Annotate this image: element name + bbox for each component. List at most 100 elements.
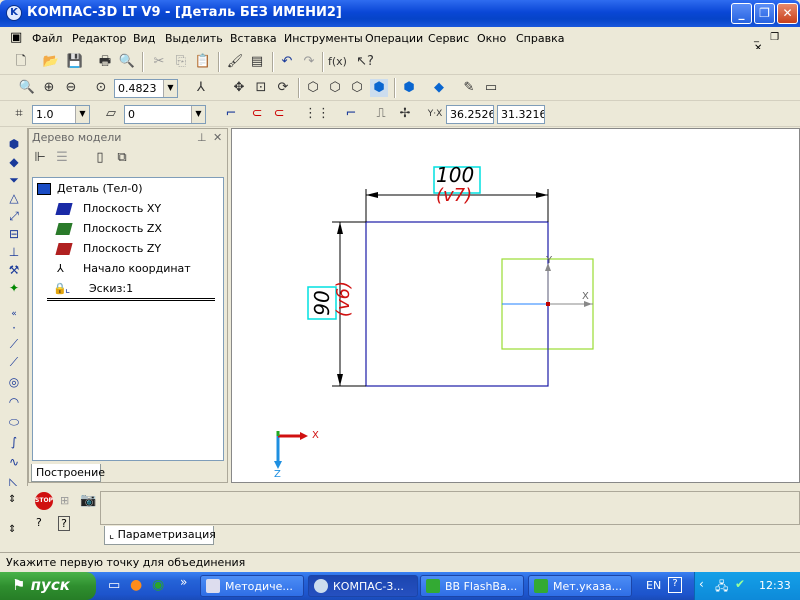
properties-brush-icon[interactable]: 🖌 (226, 53, 244, 71)
grid-icon[interactable]: ⋮⋮ (304, 105, 330, 123)
tree-copy-icon[interactable]: ⧉ (113, 149, 131, 167)
circle-icon[interactable]: ◎ (6, 374, 22, 390)
task-guide[interactable]: Мет.указа... (528, 575, 632, 597)
measure-icon[interactable]: ⤢ (6, 208, 22, 224)
start-button[interactable]: ⚑ пуск (0, 572, 96, 600)
show-desktop-icon[interactable]: ▭ (108, 578, 120, 593)
aux-line-icon[interactable]: ⟋ (6, 336, 22, 352)
magnet-snap-icon[interactable]: ⊂ (248, 105, 266, 123)
dimensions-icon[interactable]: ⊟ (6, 226, 22, 242)
parametrize-icon[interactable]: ⊥ (6, 244, 22, 260)
security-icon[interactable]: ✔ (735, 577, 745, 591)
print-icon[interactable]: 🖶 (96, 53, 114, 71)
coord-x-field[interactable]: 36.2526 (446, 105, 494, 124)
ellipse-icon[interactable]: ⬭ (6, 414, 22, 430)
task-kompas[interactable]: КОМПАС-3... (308, 575, 418, 597)
zoom-all-icon[interactable]: ⊙ (92, 79, 110, 97)
thin-hidden-icon[interactable]: ⬡ (348, 79, 366, 97)
help-icon[interactable]: ? (58, 516, 70, 531)
paste-icon[interactable]: 📋 (194, 53, 212, 71)
point-icon[interactable]: · (6, 320, 22, 336)
chevron-down-icon[interactable]: ▼ (191, 106, 205, 123)
menu-insert[interactable]: Вставка (230, 32, 277, 45)
chevrons-icon[interactable]: ⇕ (8, 524, 16, 535)
help-pointer-icon[interactable]: ↖? (356, 53, 374, 71)
orientation-icon[interactable]: ⅄ (192, 79, 210, 97)
tree-list-icon[interactable]: ▯ (91, 149, 109, 167)
drawing-canvas[interactable]: 100 (v7) 90 (v6) Y X X Z (231, 128, 800, 483)
zoom-window-icon[interactable]: 🔍 (18, 79, 36, 97)
network-icon[interactable]: 🖧 (715, 577, 728, 598)
doc-icon[interactable]: ▣ (10, 30, 22, 45)
maximize-button[interactable]: ❐ (754, 3, 775, 24)
cursor-coords-icon[interactable]: ✢ (396, 105, 414, 123)
chevron-down-icon[interactable]: ▼ (75, 106, 89, 123)
clock[interactable]: 12:33 (759, 579, 791, 592)
menu-service[interactable]: Сервис (428, 32, 469, 45)
new-file-icon[interactable]: 🗋 (12, 53, 30, 71)
dim-v-value[interactable]: 90 (310, 285, 334, 321)
language-indicator[interactable]: EN (646, 579, 661, 592)
menu-help[interactable]: Справка (516, 32, 564, 45)
menu-file[interactable]: Файл (32, 32, 62, 45)
edit-icon[interactable]: ◆ (6, 154, 22, 170)
chevron-left-icon[interactable]: ‹ (699, 577, 704, 591)
bezier-icon[interactable]: ∿ (6, 454, 22, 470)
tree-view-icon[interactable]: ☰ (53, 149, 71, 167)
menu-tools[interactable]: Инструменты (284, 32, 363, 45)
tree-structure-icon[interactable]: ⊩ (31, 149, 49, 167)
save-icon[interactable]: 💾 (66, 53, 84, 71)
ortho-mode-icon[interactable]: ⌐ (222, 105, 240, 123)
grid-step-icon[interactable]: ⌗ (10, 105, 28, 123)
menu-edit[interactable]: Редактор (72, 32, 127, 45)
pan-icon[interactable]: ✥ (230, 79, 248, 97)
hammer-icon[interactable]: ⚒ (6, 262, 22, 278)
round-coords-icon[interactable]: ⎍ (372, 105, 390, 123)
pin-icon[interactable]: ⊥ (197, 131, 207, 144)
copy-icon[interactable]: ⎘ (172, 53, 190, 71)
task-word[interactable]: Методиче... (200, 575, 304, 597)
shaded-icon[interactable]: ⬢ (370, 79, 388, 97)
menu-operations[interactable]: Операции (365, 32, 423, 45)
edit-sketch-icon[interactable]: ✎ (460, 79, 478, 97)
undo-icon[interactable]: ↶ (278, 53, 296, 71)
zoom-in-icon[interactable]: ⊕ (40, 79, 58, 97)
zoom-out-icon[interactable]: ⊖ (62, 79, 80, 97)
coord-y-field[interactable]: 31.3216 (497, 105, 545, 124)
rotate-icon[interactable]: ⟳ (274, 79, 292, 97)
segment-icon[interactable]: ⟋ (6, 354, 22, 370)
menu-view[interactable]: Вид (133, 32, 155, 45)
local-snap-icon[interactable]: ⊂ (270, 105, 288, 123)
stop-icon[interactable]: STOP (35, 492, 53, 510)
close-icon[interactable]: ✕ (213, 131, 222, 144)
firefox-icon[interactable]: ● (130, 577, 142, 593)
help-icon[interactable]: ? (668, 577, 682, 593)
display-icon[interactable]: ▭ (482, 79, 500, 97)
help-pointer-icon[interactable]: ? (36, 516, 42, 529)
hidden-lines-icon[interactable]: ⬡ (326, 79, 344, 97)
chevrons-icon[interactable]: » (180, 575, 187, 589)
layer-icon[interactable]: ▱ (102, 105, 120, 123)
variables-fx-icon[interactable]: f(x) (328, 53, 347, 71)
dim-h-value[interactable]: 100 (436, 163, 474, 187)
zoom-fit-icon[interactable]: ⊡ (252, 79, 270, 97)
redo-icon[interactable]: ↷ (300, 53, 318, 71)
close-button[interactable]: ✕ (777, 3, 798, 24)
tab-construction[interactable]: Построение (31, 464, 105, 482)
shaded-edges-icon[interactable]: ⬢ (400, 79, 418, 97)
title-bar[interactable]: K КОМПАС-3D LT V9 - [Деталь БЕЗ ИМЕНИ2] … (0, 0, 800, 27)
document-list-icon[interactable]: ▤ (248, 53, 266, 71)
chevrons-icon[interactable]: ⇕ (8, 494, 16, 505)
camera-icon[interactable]: 📷 (80, 493, 96, 508)
chevron-down-icon[interactable]: ▼ (163, 80, 177, 97)
cut-icon[interactable]: ✂ (150, 53, 168, 71)
arc-icon[interactable]: ◠ (6, 394, 22, 410)
geometry-icon[interactable]: ⬢ (6, 136, 22, 152)
shapes-icon[interactable]: △ (6, 190, 22, 206)
spec-icon[interactable]: ✦ (6, 280, 22, 296)
tab-parametrization[interactable]: ⌞ Параметризация (104, 526, 216, 545)
perspective-icon[interactable]: ◆ (430, 79, 448, 97)
filter-icon[interactable]: ⏷ (6, 172, 22, 188)
local-cs-icon[interactable]: ⌐ (342, 105, 360, 123)
menu-select[interactable]: Выделить (165, 32, 223, 45)
